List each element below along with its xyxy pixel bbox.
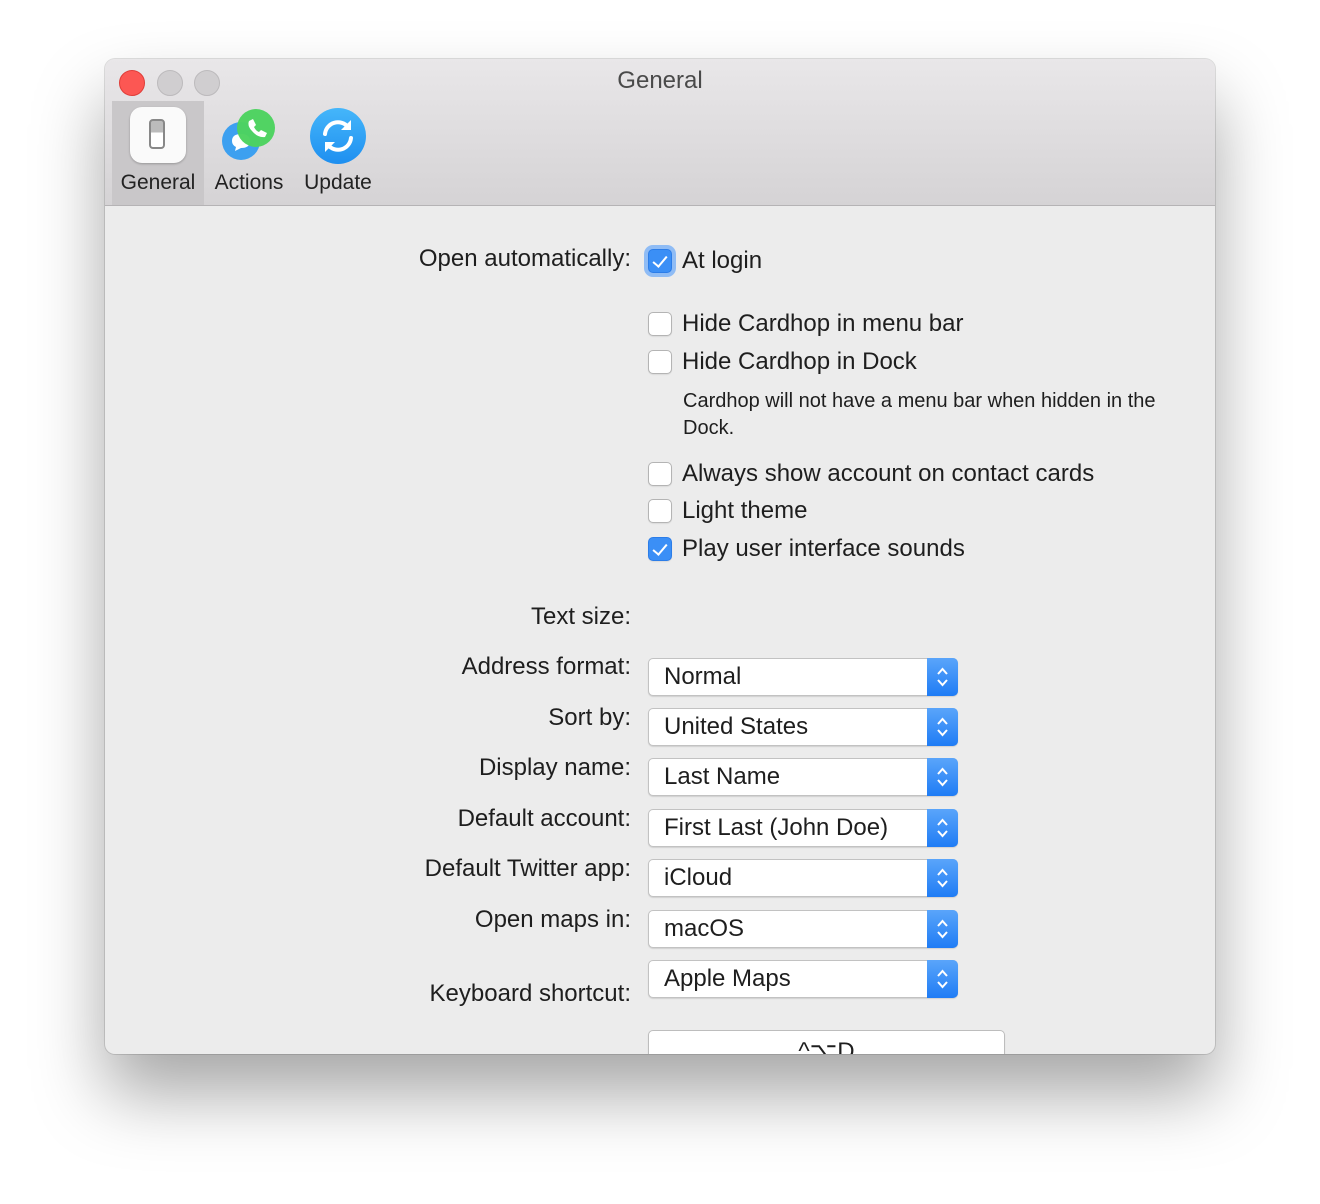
checkbox-label: Hide Cardhop in menu bar — [682, 310, 964, 337]
title-bar: General General Actions Update — [105, 59, 1215, 206]
default-account-label: Default account: — [457, 805, 631, 832]
display-name-label: Display name: — [478, 754, 631, 781]
toggle-switch-icon — [130, 107, 186, 163]
updown-chevron-icon — [927, 758, 958, 796]
open-maps-select[interactable]: Apple Maps — [648, 960, 958, 998]
tab-general[interactable]: General — [112, 101, 204, 205]
select-value: Apple Maps — [664, 965, 791, 992]
open-maps-label: Open maps in: — [474, 906, 631, 933]
light-theme-checkbox-row[interactable]: Light theme — [648, 496, 807, 526]
address-format-select[interactable]: United States — [648, 708, 958, 746]
at-login-checkbox[interactable] — [648, 249, 672, 273]
updown-chevron-icon — [927, 859, 958, 897]
phone-message-icon — [222, 109, 275, 160]
updown-chevron-icon — [927, 960, 958, 998]
ui-sounds-checkbox[interactable] — [648, 537, 672, 561]
hide-dock-checkbox[interactable] — [648, 350, 672, 374]
preferences-window: General General Actions Update Open auto… — [105, 59, 1215, 1054]
at-login-checkbox-row[interactable]: At login — [648, 246, 762, 276]
display-name-select[interactable]: First Last (John Doe) — [648, 809, 958, 847]
keyboard-shortcut-recorder[interactable]: ^⌥D — [648, 1030, 1005, 1054]
open-automatically-label: Open automatically: — [418, 245, 631, 272]
text-size-select[interactable]: Normal — [648, 658, 958, 696]
default-twitter-app-select[interactable]: macOS — [648, 910, 958, 948]
dock-note: Cardhop will not have a menu bar when hi… — [683, 390, 1156, 439]
sort-by-label: Sort by: — [548, 704, 631, 731]
select-value: Last Name — [664, 763, 781, 790]
hide-menu-bar-checkbox[interactable] — [648, 312, 672, 336]
keyboard-shortcut-label: Keyboard shortcut: — [429, 980, 631, 1007]
tab-label: Update — [304, 171, 372, 194]
updown-chevron-icon — [927, 910, 958, 948]
default-account-select[interactable]: iCloud — [648, 859, 958, 897]
tab-label: General — [120, 171, 196, 194]
window-title: General — [617, 67, 703, 94]
light-theme-checkbox[interactable] — [648, 499, 672, 523]
show-account-checkbox-row[interactable]: Always show account on contact cards — [648, 459, 1094, 489]
checkbox-label: At login — [682, 247, 763, 274]
hide-menu-bar-checkbox-row[interactable]: Hide Cardhop in menu bar — [648, 309, 964, 339]
default-twitter-app-label: Default Twitter app: — [424, 855, 631, 882]
select-value: iCloud — [664, 864, 733, 891]
show-account-checkbox[interactable] — [648, 462, 672, 486]
refresh-icon — [310, 108, 366, 164]
tab-actions[interactable]: Actions — [206, 101, 292, 205]
checkbox-label: Always show account on contact cards — [682, 460, 1095, 487]
sort-by-select[interactable]: Last Name — [648, 758, 958, 796]
checkbox-label: Light theme — [682, 497, 808, 524]
select-value: First Last (John Doe) — [664, 814, 889, 841]
updown-chevron-icon — [927, 708, 958, 746]
hide-dock-checkbox-row[interactable]: Hide Cardhop in Dock — [648, 347, 917, 377]
general-settings-panel: Open automatically: At login Hide Cardho… — [105, 206, 1215, 1054]
updown-chevron-icon — [927, 809, 958, 847]
select-value: Normal — [664, 663, 742, 690]
checkbox-label: Hide Cardhop in Dock — [682, 348, 917, 375]
select-value: macOS — [664, 915, 745, 942]
tab-update[interactable]: Update — [294, 101, 382, 205]
text-size-label: Text size: — [530, 603, 631, 630]
address-format-label: Address format: — [461, 653, 631, 680]
ui-sounds-checkbox-row[interactable]: Play user interface sounds — [648, 534, 965, 564]
tab-label: Actions — [214, 171, 284, 194]
updown-chevron-icon — [927, 658, 958, 696]
checkbox-label: Play user interface sounds — [682, 535, 965, 562]
select-value: United States — [664, 713, 809, 740]
